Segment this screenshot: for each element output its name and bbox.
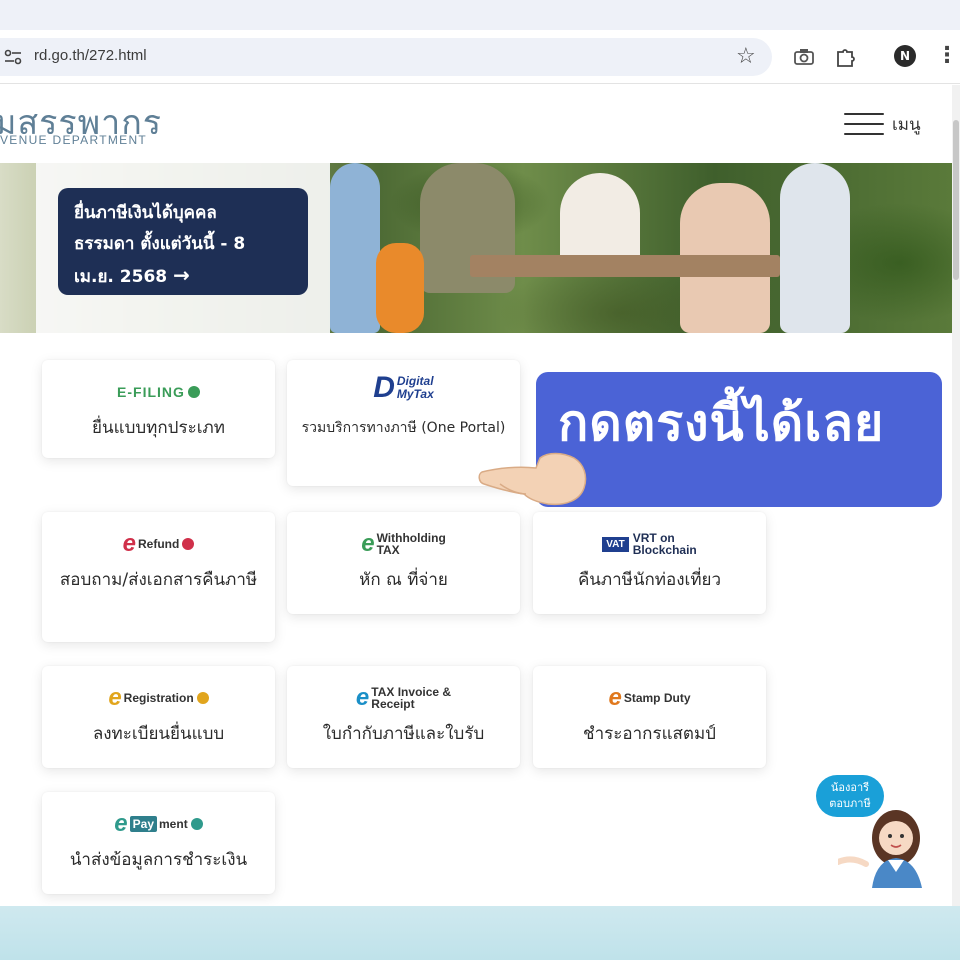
hero-cta-line: ยื่นภาษีเงินได้บุคคล xyxy=(74,203,217,223)
service-card-etax-invoice[interactable]: e TAX Invoice & Receipt ใบกำกับภาษีและใบ… xyxy=(287,666,520,768)
pointing-hand-icon xyxy=(478,452,587,506)
service-card-label: รวมบริการทางภาษี (One Portal) xyxy=(301,420,506,436)
hero-person xyxy=(780,163,850,333)
logo-dot-icon xyxy=(190,818,203,830)
hero-skateboard xyxy=(376,243,424,333)
service-card-efiling[interactable]: E-FILING ยื่นแบบทุกประเภท xyxy=(42,360,275,458)
arrow-right-icon: → xyxy=(173,263,190,287)
address-bar[interactable]: rd.go.th/272.html ☆ xyxy=(0,38,772,76)
mytax-d-icon: D xyxy=(373,371,395,404)
hero-person xyxy=(330,163,380,333)
ewithholding-logo: e Withholding TAX xyxy=(287,530,520,557)
service-card-vrt[interactable]: VAT VRT on Blockchain คืนภาษีนักท่องเที่… xyxy=(533,512,766,614)
efiling-logo-text: E-FILING xyxy=(117,384,185,400)
e-mark-icon: e xyxy=(355,684,370,711)
erefund-logo: e Refund xyxy=(42,532,275,556)
service-card-label: ชำระอากรแสตมป์ xyxy=(583,724,716,744)
vrt-logo: VAT VRT on Blockchain xyxy=(533,532,766,556)
menu-label: เมนู xyxy=(892,114,921,135)
browser-toolbar: rd.go.th/272.html ☆ xyxy=(0,30,960,84)
mytax-logo: D Digital MyTax xyxy=(287,371,520,404)
bottom-band xyxy=(0,906,960,960)
e-mark-icon: e xyxy=(108,684,122,711)
hamburger-icon xyxy=(844,113,884,135)
e-mark-icon: e xyxy=(122,530,137,557)
chatbot-avatar-icon[interactable] xyxy=(838,798,930,888)
url-text[interactable]: rd.go.th/272.html xyxy=(34,47,147,64)
service-card-erefund[interactable]: e Refund สอบถาม/ส่งเอกสารคืนภาษี xyxy=(42,512,275,642)
scrollbar-thumb[interactable] xyxy=(953,120,959,280)
e-mark-icon: e xyxy=(114,810,128,837)
efiling-logo: E-FILING xyxy=(42,380,275,404)
e-mark-icon: e xyxy=(361,530,375,557)
eregistration-logo-text: Registration xyxy=(123,691,194,705)
extensions-icon[interactable] xyxy=(834,46,856,68)
etax-invoice-logo: e TAX Invoice & Receipt xyxy=(287,684,520,711)
service-card-eregistration[interactable]: e Registration ลงทะเบียนยื่นแบบ xyxy=(42,666,275,768)
service-card-label: ยื่นแบบทุกประเภท xyxy=(92,418,225,438)
service-card-epayment[interactable]: e Pay ment นำส่งข้อมูลการชำระเงิน xyxy=(42,792,275,894)
site-logo-subtitle: VENUE DEPARTMENT xyxy=(0,133,148,147)
hero-cta-line: เม.ย. 2568 xyxy=(74,267,168,287)
menu-button[interactable]: เมนู xyxy=(844,109,924,139)
epayment-logo-text: ment xyxy=(159,817,188,831)
eregistration-logo: e Registration xyxy=(42,686,275,710)
camera-icon[interactable] xyxy=(793,46,815,68)
service-card-label: สอบถาม/ส่งเอกสารคืนภาษี xyxy=(59,570,258,590)
service-card-ewithholding[interactable]: e Withholding TAX หัก ณ ที่จ่าย xyxy=(287,512,520,614)
callout-text: กดตรงนี้ได้เลย xyxy=(558,394,885,452)
bookmark-star-icon[interactable]: ☆ xyxy=(736,45,756,69)
kebab-menu-icon[interactable]: ⋮ xyxy=(936,44,958,68)
epayment-logo: e Pay ment xyxy=(42,812,275,836)
logo-dot-icon xyxy=(196,692,209,704)
hero-table xyxy=(470,255,780,277)
ewithholding-logo-line: TAX xyxy=(376,543,400,557)
service-card-label: หัก ณ ที่จ่าย xyxy=(359,570,448,590)
site-info-icon[interactable] xyxy=(4,49,22,65)
service-card-label: คืนภาษีนักท่องเที่ยว xyxy=(577,570,722,590)
etax-invoice-logo-line: Receipt xyxy=(371,697,415,711)
chatbot-bubble-line: น้องอารี xyxy=(830,781,870,794)
service-card-label: นำส่งข้อมูลการชำระเงิน xyxy=(69,850,248,870)
estamp-duty-logo: e Stamp Duty xyxy=(533,686,766,710)
browser-tabstrip xyxy=(0,0,960,30)
vrt-logo-line: Blockchain xyxy=(632,543,697,557)
profile-avatar[interactable]: N xyxy=(894,45,916,67)
callout-banner: กดตรงนี้ได้เลย xyxy=(536,372,942,507)
erefund-logo-text: Refund xyxy=(138,537,180,551)
service-card-estamp-duty[interactable]: e Stamp Duty ชำระอากรแสตมป์ xyxy=(533,666,766,768)
hero-cta-line: ธรรมดา ตั้งแต่วันนี้ - 8 xyxy=(74,234,246,254)
logo-dot-icon xyxy=(187,386,200,398)
estamp-duty-logo-text: Stamp Duty xyxy=(623,691,691,705)
epayment-logo-box: Pay xyxy=(129,816,158,832)
vat-badge: VAT xyxy=(602,536,629,552)
mytax-logo-line: MyTax xyxy=(396,387,434,401)
site-header: มสรรพากร VENUE DEPARTMENT เมนู xyxy=(0,85,952,163)
logo-dot-icon xyxy=(182,538,195,550)
e-mark-icon: e xyxy=(608,684,622,711)
hero-cta-button[interactable]: ยื่นภาษีเงินได้บุคคล ธรรมดา ตั้งแต่วันนี… xyxy=(58,188,308,295)
service-card-label: ลงทะเบียนยื่นแบบ xyxy=(92,724,225,744)
service-card-label: ใบกำกับภาษีและใบรับ xyxy=(322,724,485,744)
